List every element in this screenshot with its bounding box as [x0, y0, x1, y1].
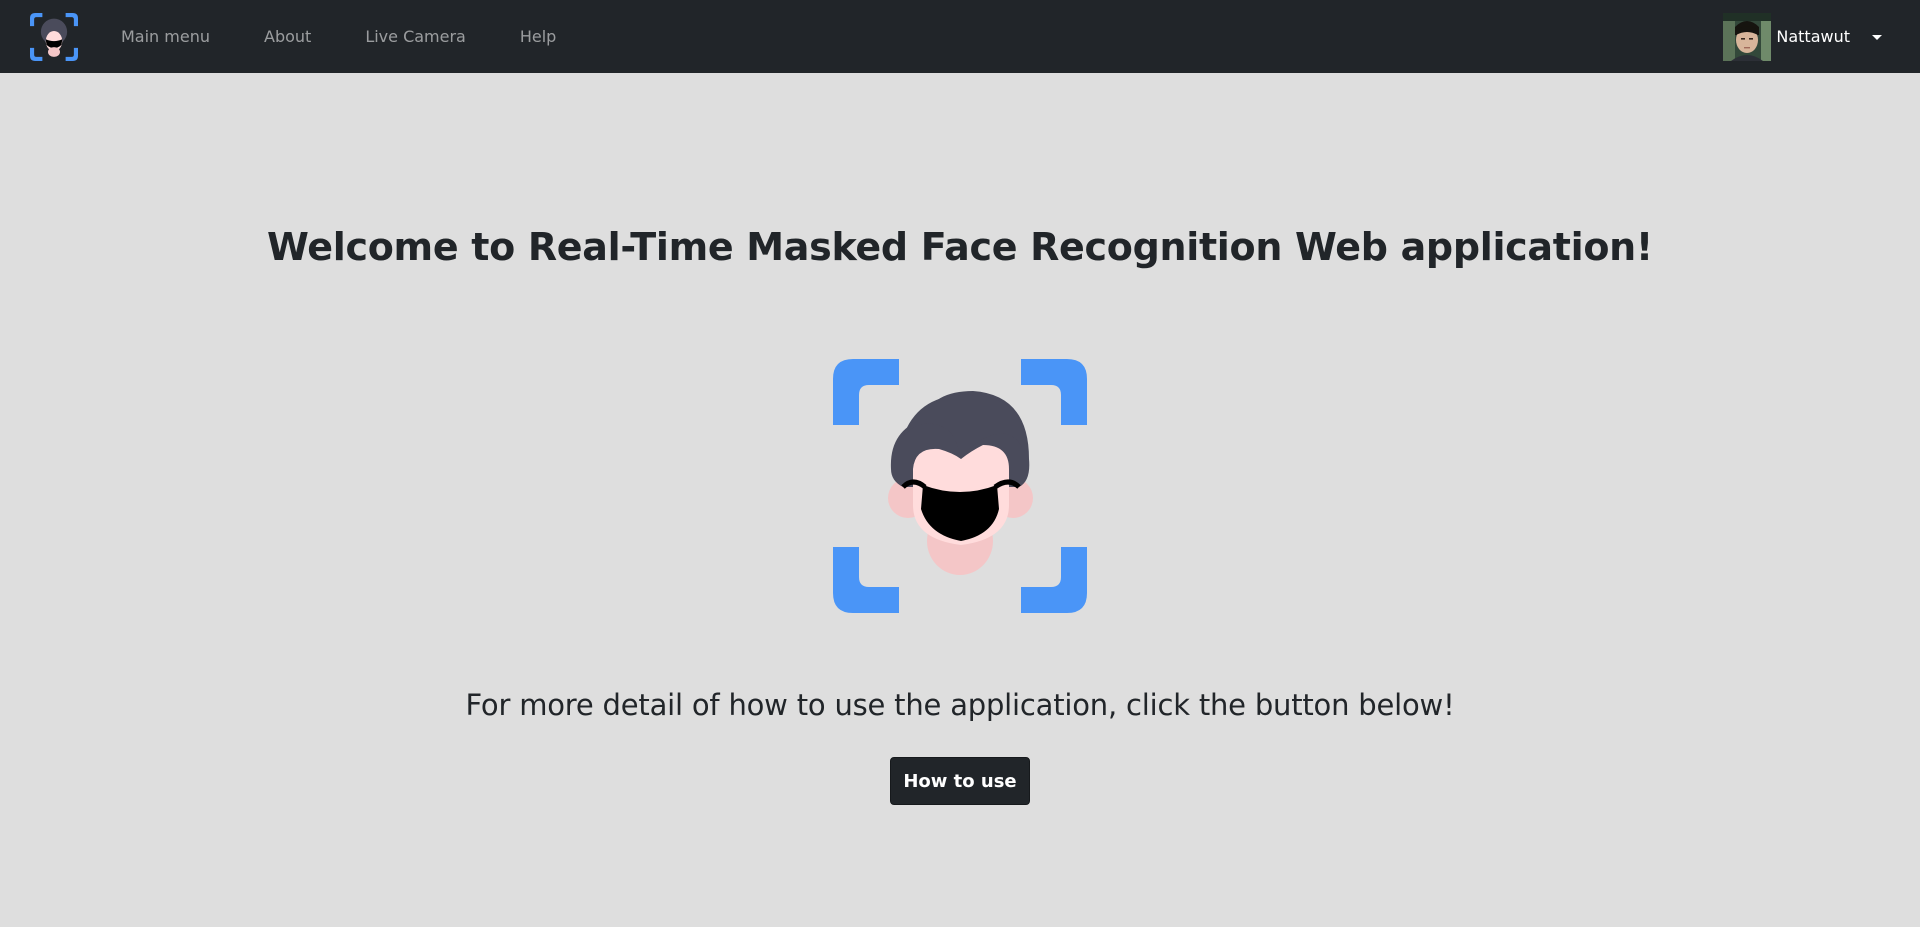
user-avatar [1723, 13, 1772, 61]
main-content: Welcome to Real-Time Masked Face Recogni… [0, 73, 1920, 927]
hero-illustration [833, 359, 1087, 613]
user-name: Nattawut [1776, 26, 1850, 46]
caret-down-icon [1872, 34, 1882, 40]
brand-logo-icon[interactable] [30, 13, 78, 61]
masked-face-scan-icon [30, 13, 78, 61]
top-navbar: Main menu About Live Camera Help Nattawu… [0, 0, 1920, 73]
nav-main-menu[interactable]: Main menu [121, 27, 210, 46]
main-nav: Main menu About Live Camera Help [121, 0, 610, 73]
nav-live-camera[interactable]: Live Camera [365, 27, 466, 46]
nav-about[interactable]: About [264, 27, 311, 46]
masked-face-scan-icon [833, 359, 1087, 613]
nav-help[interactable]: Help [520, 27, 556, 46]
how-to-use-button[interactable]: How to use [890, 757, 1030, 805]
page-title: Welcome to Real-Time Masked Face Recogni… [267, 225, 1653, 269]
instruction-text: For more detail of how to use the applic… [465, 688, 1455, 722]
user-dropdown[interactable]: Nattawut [1723, 13, 1882, 61]
